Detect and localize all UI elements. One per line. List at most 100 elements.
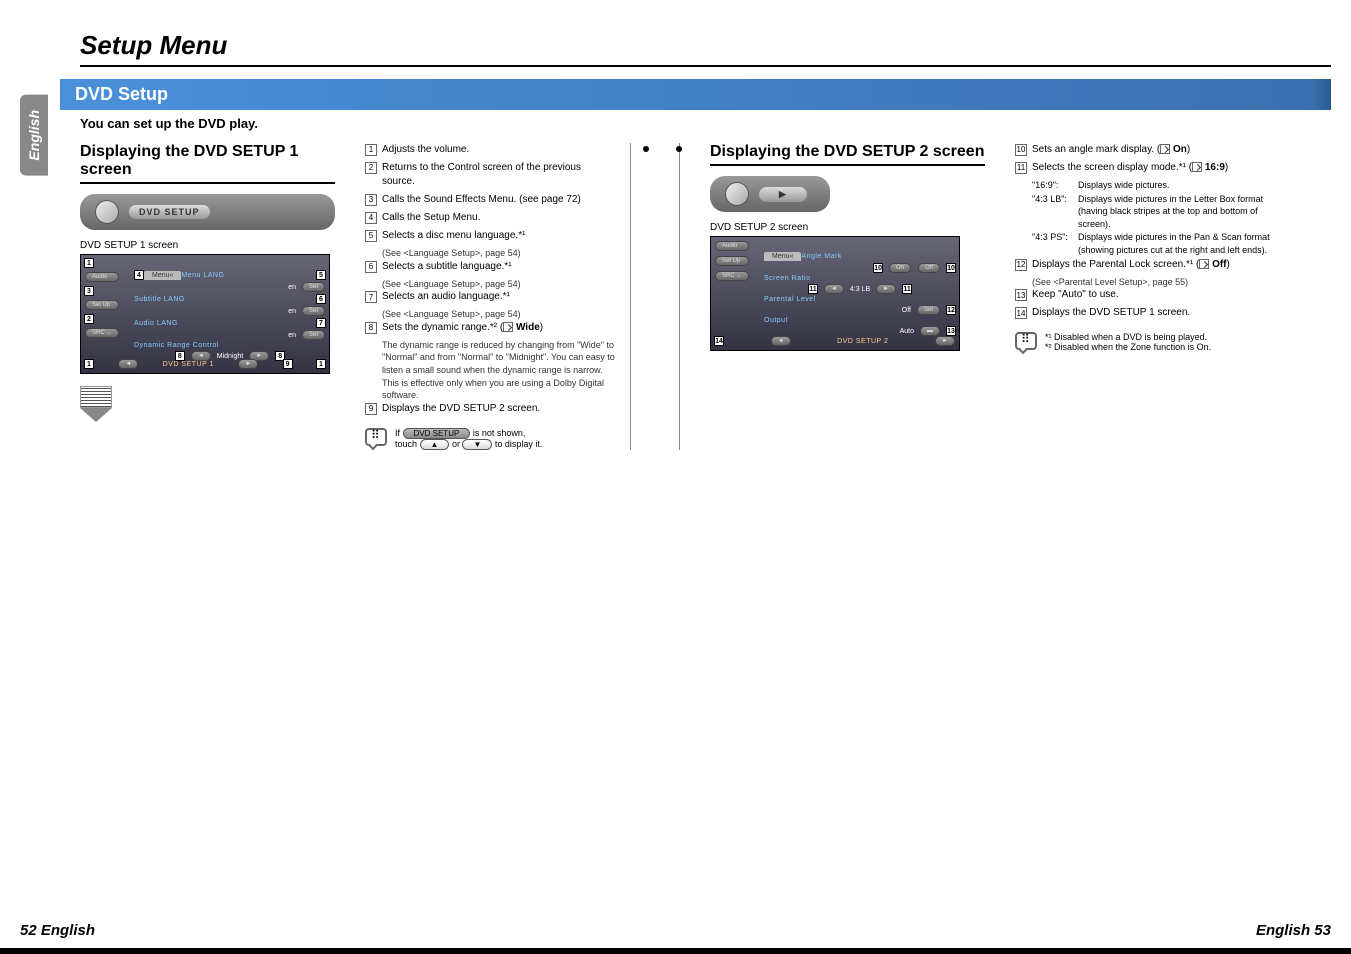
desc-6: Selects a subtitle language.*¹ (382, 260, 615, 274)
page-number-left: 52 English (20, 922, 95, 939)
num-10: 10 (1015, 144, 1027, 156)
sim-setup-btn[interactable]: Set Up (85, 300, 119, 310)
callout-7: 7 (316, 318, 326, 328)
callout-1c: 1 (316, 359, 326, 369)
menu-lang-value: en (288, 284, 296, 291)
panel2-heading: Displaying the DVD SETUP 2 screen (710, 143, 985, 166)
default-icon (1160, 144, 1170, 154)
dvd-setup-button[interactable]: DVD SETUP (80, 194, 335, 230)
num-7: 7 (365, 291, 377, 303)
desc-13: Keep "Auto" to use. (1032, 288, 1285, 302)
callout-1b: 1 (84, 359, 94, 369)
nav-next-button[interactable]: ▶ (710, 176, 830, 212)
page-prev[interactable]: ◄ (118, 359, 138, 369)
angle-on[interactable]: On (889, 263, 911, 273)
parental-set[interactable]: Set (917, 305, 940, 315)
descriptions-list-2: 10 Sets an angle mark display. ( On) 11 Se… (1015, 143, 1285, 320)
num-12: 12 (1015, 259, 1027, 271)
desc-4: Calls the Setup Menu. (382, 211, 615, 225)
num-2: 2 (365, 162, 377, 174)
note1-line1b: is not shown, (470, 428, 525, 438)
page2-prev[interactable]: ◄ (771, 336, 791, 346)
sim2-audio-btn[interactable]: Audio (715, 241, 749, 251)
note1-line1a: If (395, 428, 403, 438)
num-1: 1 (365, 144, 377, 156)
nav-label: ▶ (759, 187, 807, 202)
callout-1: 1 (84, 258, 94, 268)
note-2: *¹ Disabled when a DVD is being played. … (1015, 332, 1285, 352)
menu-tab-2[interactable]: Menu« (764, 252, 801, 261)
note1-line2c: to display it. (492, 439, 542, 449)
menu-lang-label: Menu LANG (181, 272, 224, 279)
menu-tab[interactable]: Menu« (144, 271, 181, 280)
note2-line2: *² Disabled when the Zone function is On… (1045, 342, 1211, 352)
screen-footer-2: DVD SETUP 2 (837, 338, 888, 345)
desc-10: Sets an angle mark display. ( On) (1032, 143, 1285, 157)
callout-10: 10 (873, 263, 883, 273)
language-tab: English (20, 95, 48, 176)
dvd-setup-1-screen: 1 Audio 3 Set Up 2 SRC ← 4 Menu«Menu LAN… (80, 254, 330, 374)
continuation-arrow (80, 386, 112, 422)
sim2-setup-btn[interactable]: Set Up (715, 256, 749, 266)
output-value: Auto (900, 328, 914, 335)
screen-ratio-label: Screen Ratio (764, 275, 810, 282)
desc-12: Displays the Parental Lock screen.*¹ ( O… (1032, 258, 1285, 272)
default-icon (1199, 259, 1209, 269)
num-11: 11 (1015, 162, 1027, 174)
desc-7: Selects an audio language.*¹ (382, 290, 615, 304)
callout-12: 12 (946, 305, 956, 315)
default-icon (503, 322, 513, 332)
audio-lang-label: Audio LANG (134, 320, 178, 327)
desc-8: Sets the dynamic range.*² ( Wide) (382, 321, 615, 335)
page-spine (630, 143, 680, 450)
sim2-src-btn[interactable]: SRC ← (715, 271, 749, 281)
desc-14: Displays the DVD SETUP 1 screen. (1032, 306, 1285, 320)
callout-11: 11 (808, 284, 818, 294)
pill-dvd-setup: DVD SETUP (403, 428, 471, 439)
note1-line2a: touch (395, 439, 420, 449)
note-1: If DVD SETUP is not shown, touch ▲ or ▼ … (365, 428, 615, 450)
screen1-label: DVD SETUP 1 screen (80, 240, 335, 251)
default-icon (1192, 162, 1202, 172)
num-4: 4 (365, 212, 377, 224)
angle-off[interactable]: Off (918, 263, 940, 273)
audio-lang-value: en (288, 332, 296, 339)
page-next[interactable]: ► (238, 359, 258, 369)
screen2-label: DVD SETUP 2 screen (710, 222, 985, 233)
dvd-setup-2-screen: Audio Set Up SRC ← Menu«Angle Mark 10 On O… (710, 236, 960, 351)
ratio-next[interactable]: ► (876, 284, 896, 294)
page2-next[interactable]: ► (935, 336, 955, 346)
page-title: Setup Menu (80, 30, 1331, 67)
desc-5: Selects a disc menu language.*¹ (382, 229, 615, 243)
callout-9: 9 (283, 359, 293, 369)
parental-label: Parental Level (764, 296, 816, 303)
set-btn-1[interactable]: Set (302, 282, 325, 292)
callout-4: 4 (134, 270, 144, 280)
desc-12-sub: (See <Parental Level Setup>, page 55) (1032, 276, 1285, 289)
dvd-setup-label: DVD SETUP (129, 205, 210, 219)
set-btn-2[interactable]: Set (302, 306, 325, 316)
desc-6-sub: (See <Language Setup>, page 54) (382, 278, 615, 291)
angle-label: Angle Mark (801, 253, 841, 260)
disc-icon-2 (725, 182, 749, 206)
desc-5-sub: (See <Language Setup>, page 54) (382, 247, 615, 260)
footer-bar (0, 948, 1351, 954)
num-8: 8 (365, 322, 377, 334)
num-13: 13 (1015, 289, 1027, 301)
ratio-value: 4:3 LB (850, 286, 870, 293)
dynamic-range-label: Dynamic Range Control (134, 342, 219, 349)
sim-audio-btn[interactable]: Audio (85, 272, 119, 282)
mode-definitions: "16:9":Displays wide pictures. "4:3 LB":… (1032, 179, 1285, 257)
set-btn-3[interactable]: Set (302, 330, 325, 340)
sim-src-btn[interactable]: SRC ← (85, 328, 119, 338)
desc-2: Returns to the Control screen of the pre… (382, 161, 615, 189)
page-number-right: English 53 (1256, 922, 1331, 939)
disc-icon (95, 200, 119, 224)
callout-14: 14 (714, 336, 724, 346)
pill-down: ▼ (462, 439, 492, 450)
ratio-prev[interactable]: ◄ (824, 284, 844, 294)
desc-11: Selects the screen display mode.*¹ ( 16:… (1032, 161, 1285, 175)
screen-footer-1: DVD SETUP 1 (163, 361, 214, 368)
callout-3: 3 (84, 286, 94, 296)
desc-3: Calls the Sound Effects Menu. (see page … (382, 193, 615, 207)
